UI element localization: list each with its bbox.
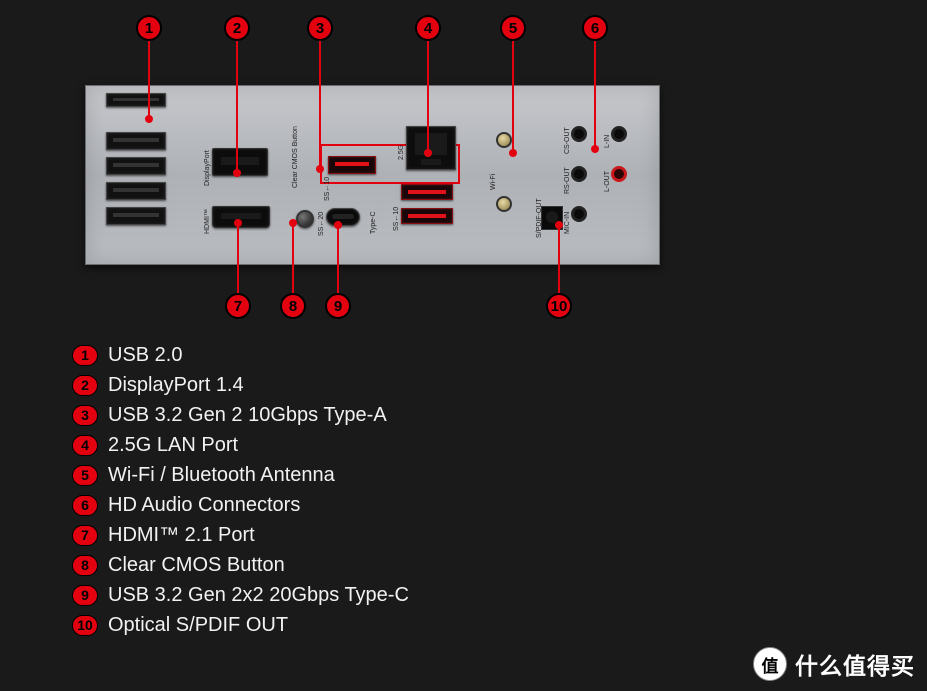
legend-item: 7 HDMI™ 2.1 Port: [72, 520, 409, 550]
legend-text: USB 2.0: [108, 344, 182, 367]
wifi-antenna-connector: [496, 196, 512, 212]
usb2-port-top: [106, 93, 166, 107]
label-spdif: S/PDIF-OUT: [536, 198, 543, 238]
usb32-gen2-port: [401, 208, 453, 224]
callout-marker-4: 4: [415, 15, 441, 41]
audio-jack-csout: [571, 126, 587, 142]
audio-jack-lout: [611, 166, 627, 182]
label-typec: Type-C: [370, 211, 377, 234]
legend-text: HDMI™ 2.1 Port: [108, 524, 255, 547]
callout-number: 3: [316, 20, 324, 37]
label-lin: L-IN: [604, 135, 611, 148]
legend-text: HD Audio Connectors: [108, 494, 300, 517]
label-displayport: DisplayPort: [204, 150, 211, 186]
audio-jack-micin: [571, 206, 587, 222]
legend-item: 3 USB 3.2 Gen 2 10Gbps Type-A: [72, 400, 409, 430]
legend-item: 8 Clear CMOS Button: [72, 550, 409, 580]
callout-marker-9: 9: [325, 293, 351, 319]
legend-number: 1: [72, 345, 98, 366]
callout-marker-6: 6: [582, 15, 608, 41]
watermark: 值 什么值得买: [753, 647, 915, 681]
label-ss20: SS←20: [318, 212, 325, 236]
label-rsout: RS-OUT: [564, 167, 571, 194]
label-ss10: SS←10: [393, 207, 400, 231]
usb2-port: [106, 132, 166, 150]
usb32-gen2-port: [401, 184, 453, 200]
legend-item: 10 Optical S/PDIF OUT: [72, 610, 409, 640]
label-clear-cmos: Clear CMOS Button: [292, 126, 299, 188]
callout-number: 6: [591, 20, 599, 37]
label-wifi: Wi-Fi: [490, 174, 497, 190]
clear-cmos-button: [296, 210, 314, 228]
callout-number: 1: [145, 20, 153, 37]
lan-port: [406, 126, 456, 170]
usb2-port: [106, 207, 166, 225]
legend-number: 9: [72, 585, 98, 606]
legend-item: 9 USB 3.2 Gen 2x2 20Gbps Type-C: [72, 580, 409, 610]
legend-text: USB 3.2 Gen 2x2 20Gbps Type-C: [108, 584, 409, 607]
legend-text: Optical S/PDIF OUT: [108, 614, 288, 637]
callout-number: 9: [334, 298, 342, 315]
legend-number: 6: [72, 495, 98, 516]
label-micin: MIC-IN: [564, 212, 571, 234]
audio-jack-lin: [611, 126, 627, 142]
watermark-badge: 值: [753, 647, 787, 681]
wifi-antenna-connector: [496, 132, 512, 148]
callout-marker-7: 7: [225, 293, 251, 319]
legend-item: 1 USB 2.0: [72, 340, 409, 370]
callout-marker-5: 5: [500, 15, 526, 41]
callout-number: 4: [424, 20, 432, 37]
legend-number: 7: [72, 525, 98, 546]
legend-item: 6 HD Audio Connectors: [72, 490, 409, 520]
legend-number: 8: [72, 555, 98, 576]
callout-number: 7: [234, 298, 242, 315]
callout-marker-3: 3: [307, 15, 333, 41]
label-lout: L-OUT: [604, 171, 611, 192]
legend-number: 4: [72, 435, 98, 456]
callout-marker-10: 10: [546, 293, 572, 319]
legend-number: 10: [72, 615, 98, 636]
legend-text: 2.5G LAN Port: [108, 434, 238, 457]
usb2-stack: [106, 108, 166, 232]
legend-number: 2: [72, 375, 98, 396]
callout-number: 2: [233, 20, 241, 37]
watermark-text: 什么值得买: [795, 647, 915, 681]
legend-number: 5: [72, 465, 98, 486]
legend-item: 2 DisplayPort 1.4: [72, 370, 409, 400]
legend-text: Clear CMOS Button: [108, 554, 285, 577]
legend-item: 5 Wi-Fi / Bluetooth Antenna: [72, 460, 409, 490]
callout-marker-2: 2: [224, 15, 250, 41]
callout-marker-8: 8: [280, 293, 306, 319]
usb2-port: [106, 157, 166, 175]
callout-marker-1: 1: [136, 15, 162, 41]
legend-list: 1 USB 2.0 2 DisplayPort 1.4 3 USB 3.2 Ge…: [72, 340, 409, 640]
label-ss10: SS←10: [324, 177, 331, 201]
usb2-port: [106, 182, 166, 200]
callout-number: 8: [289, 298, 297, 315]
callout-number: 5: [509, 20, 517, 37]
usb32-gen2-port: [328, 156, 376, 174]
callout-number: 10: [551, 298, 568, 315]
io-panel-image: DisplayPort HDMI™ Clear CMOS Button SS←1…: [85, 85, 660, 265]
label-csout: CS-OUT: [564, 127, 571, 154]
legend-text: USB 3.2 Gen 2 10Gbps Type-A: [108, 404, 387, 427]
legend-text: Wi-Fi / Bluetooth Antenna: [108, 464, 335, 487]
legend-item: 4 2.5G LAN Port: [72, 430, 409, 460]
audio-jack-rsout: [571, 166, 587, 182]
usb-type-c-port: [326, 208, 360, 226]
label-25g: 2.5G: [398, 145, 405, 160]
label-hdmi: HDMI™: [204, 209, 211, 234]
legend-number: 3: [72, 405, 98, 426]
legend-text: DisplayPort 1.4: [108, 374, 244, 397]
